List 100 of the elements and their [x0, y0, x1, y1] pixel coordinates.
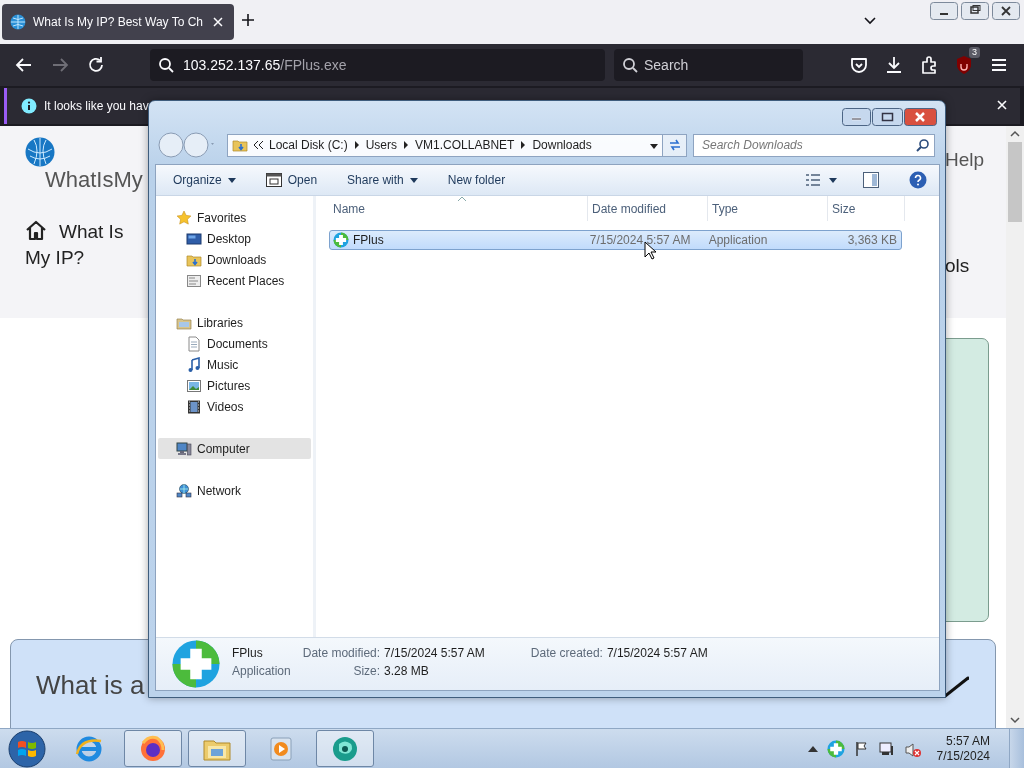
dropdown-icon[interactable]	[650, 144, 658, 149]
search-icon	[158, 57, 174, 73]
type-cell-text: Application	[707, 233, 769, 247]
video-icon	[186, 398, 202, 415]
detail-label: Size:	[352, 664, 381, 678]
nav-link[interactable]: What Is My IP?	[25, 219, 137, 271]
toolbar-button[interactable]: Organize	[173, 173, 236, 187]
taskbar-button[interactable]	[124, 730, 182, 767]
separator-icon	[520, 141, 527, 149]
app-icon	[333, 232, 349, 248]
scrollbar[interactable]	[1006, 126, 1024, 728]
column-header[interactable]: Name	[329, 196, 588, 221]
maximize-button[interactable]	[872, 108, 903, 126]
browser-icon	[138, 733, 168, 764]
nav-item[interactable]: Recent Places	[158, 270, 311, 291]
site-name: WhatIsMy	[45, 167, 143, 193]
minimize-button[interactable]	[930, 2, 958, 20]
overflow-chevron-icon	[254, 141, 263, 149]
app-icon[interactable]	[826, 739, 845, 758]
plus-icon[interactable]	[240, 12, 256, 28]
maximize-button[interactable]	[961, 2, 989, 20]
breadcrumb[interactable]: VM1.COLLABNET	[415, 138, 515, 152]
nav-item[interactable]: Libraries	[158, 312, 311, 333]
refresh-button[interactable]	[663, 133, 687, 157]
separator-icon	[403, 141, 410, 149]
search-icon	[622, 57, 638, 73]
size-cell-text: 3,363 KB	[846, 233, 898, 247]
breadcrumb[interactable]: Downloads	[532, 138, 592, 152]
scrollbar-thumb[interactable]	[1008, 142, 1022, 222]
recent-icon	[186, 272, 202, 289]
scroll-down-icon[interactable]	[1009, 714, 1021, 726]
file-name: FPlus	[232, 646, 264, 660]
date-modified-cell-text: 7/15/2024 5:57 AM	[588, 233, 692, 247]
section-heading: What is a	[36, 670, 145, 701]
nav-link[interactable]: ols	[944, 255, 984, 277]
toolbar-button[interactable]: Open	[265, 173, 318, 187]
search-field[interactable]: Search	[614, 49, 803, 81]
taskbar-button[interactable]	[316, 730, 374, 767]
home-icon	[25, 219, 47, 241]
file-type: Application	[232, 664, 291, 678]
nav-item[interactable]: Desktop	[158, 228, 311, 249]
muted-volume-icon[interactable]	[903, 740, 922, 757]
preview-pane-icon[interactable]	[863, 172, 879, 188]
start-button[interactable]	[8, 729, 46, 768]
caret-icon[interactable]	[829, 177, 837, 183]
globe-icon	[10, 14, 26, 30]
taskbar-button[interactable]	[188, 730, 246, 767]
breadcrumb[interactable]: Local Disk (C:)	[269, 138, 348, 152]
flag-icon[interactable]	[853, 740, 870, 757]
help-icon[interactable]	[909, 171, 927, 189]
search-icon	[916, 138, 930, 152]
nav-item[interactable]: Pictures	[158, 375, 311, 396]
music-icon	[186, 356, 202, 373]
info-icon	[21, 98, 37, 114]
column-header[interactable]: Type	[708, 196, 828, 221]
column-header[interactable]: Size	[828, 196, 905, 221]
close-button[interactable]	[904, 108, 937, 126]
show-hidden-icon[interactable]	[807, 745, 818, 752]
toolbar-button[interactable]: New folder	[447, 173, 506, 187]
views-icon[interactable]	[805, 173, 821, 187]
detail-label: Date modified:	[302, 646, 381, 660]
notification-text: It looks like you hav	[44, 99, 149, 113]
nav-item[interactable]: Network	[158, 480, 311, 501]
breadcrumb[interactable]: Users	[365, 138, 398, 152]
nav-item[interactable]: Music	[158, 354, 311, 375]
nav-item[interactable]: Documents	[158, 333, 311, 354]
column-header[interactable]: Date modified	[588, 196, 708, 221]
logo-icon	[25, 137, 55, 167]
caret-icon	[227, 177, 236, 183]
nav-item[interactable]: Downloads	[158, 249, 311, 270]
folder-icon	[232, 137, 248, 153]
document-icon	[186, 335, 202, 352]
search-field[interactable]: Search Downloads	[693, 133, 935, 157]
network-icon[interactable]	[878, 740, 895, 757]
toolbar-button[interactable]: Share with	[347, 173, 418, 187]
nav-item[interactable]: Computer	[158, 438, 311, 459]
minimize-button[interactable]	[842, 108, 871, 126]
network-icon	[176, 482, 192, 499]
detail-value: 7/15/2024 5:57 AM	[606, 646, 708, 660]
file-row[interactable]: FPlus 7/15/2024 5:57 AM Application 3,363 KB	[329, 230, 902, 250]
clock[interactable]: 5:57 AM 7/15/2024	[936, 733, 990, 764]
detail-label: Date created:	[530, 646, 603, 660]
detail-value: 3.28 MB	[384, 664, 430, 678]
app-icon	[172, 640, 220, 688]
open-icon	[265, 173, 282, 187]
address-bar[interactable]: Local Disk (C:) Users VM1.COLLABNET Downloads	[227, 133, 663, 157]
nav-item[interactable]: Videos	[158, 396, 311, 417]
refresh-icon	[667, 138, 682, 152]
computer-icon	[176, 440, 192, 457]
desktop-icon	[186, 230, 202, 247]
address-bar[interactable]: 103.252.137.65/FPlus.exe	[150, 49, 605, 81]
star-icon	[176, 209, 192, 226]
picture-icon	[186, 377, 202, 394]
nav-link[interactable]: Help	[944, 149, 984, 171]
browser-tab[interactable]: What Is My IP? Best Way To Ch	[2, 4, 234, 40]
close-button[interactable]	[992, 2, 1020, 20]
detail-value: 7/15/2024 5:57 AM	[384, 646, 485, 660]
file-name: FPlus	[353, 233, 384, 247]
badge-count: 3	[969, 47, 980, 58]
nav-item[interactable]: Favorites	[158, 207, 311, 228]
